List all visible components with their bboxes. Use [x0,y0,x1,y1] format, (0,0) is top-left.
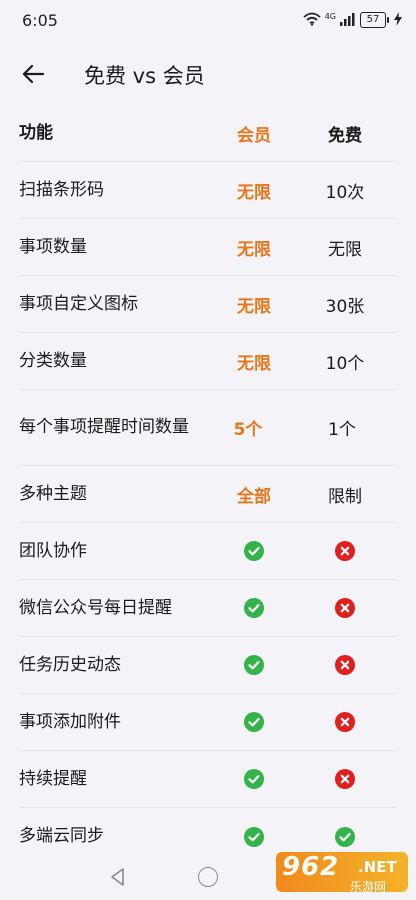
table-row: 扫描条形码 无限 10次 [19,162,397,219]
watermark-logo: 962 .NET 乐游网 [276,850,412,900]
check-circle-icon [244,541,264,561]
free-value [293,769,397,789]
feature-label: 任务历史动态 [19,654,121,675]
free-value: 1个 [328,420,356,440]
check-circle-icon [244,655,264,675]
free-value: 无限 [328,239,362,260]
nav-back-button[interactable] [108,867,128,887]
app-header: 免费 vs 会员 [0,48,416,98]
status-bar: 6:05 4G 57 [0,0,416,40]
status-time: 6:05 [22,11,58,30]
free-value: 限制 [328,486,362,507]
column-header-free: 免费 [328,126,362,146]
watermark-net: .NET [358,858,397,876]
free-value: 30张 [325,296,365,317]
free-value: 10个 [325,353,365,374]
cross-circle-icon [335,655,355,675]
charging-icon [394,11,402,30]
feature-label: 微信公众号每日提醒 [19,597,172,618]
table-row: 团队协作 [19,523,397,580]
free-value [293,541,397,561]
page-title: 免费 vs 会员 [84,64,205,88]
feature-label: 事项数量 [19,236,87,257]
column-header-vip: 会员 [237,126,271,146]
vip-value: 无限 [237,182,271,203]
table-row: 事项自定义图标 无限 30张 [19,276,397,333]
vip-value: 5个 [233,420,263,440]
status-icons: 4G 57 [303,11,402,29]
back-button[interactable] [18,59,48,89]
vip-value [215,655,293,675]
feature-label: 每个事项提醒时间数量 [19,417,189,437]
free-value [293,598,397,618]
feature-label: 多端云同步 [19,826,104,846]
network-type: 4G [324,12,336,21]
check-circle-icon [335,826,355,847]
free-value [293,712,397,732]
vip-value: 无限 [237,353,271,374]
table-row: 持续提醒 [19,751,397,808]
vip-value [215,598,293,618]
check-circle-icon [244,712,264,732]
table-header: 功能 会员 免费 [19,106,397,162]
signal-icon [340,11,356,30]
cross-circle-icon [335,598,355,618]
comparison-table: 功能 会员 免费 扫描条形码 无限 10次 事项数量 无限 无限 事项自定义图标 无限 30张分… [19,106,397,865]
table-row: 分类数量 无限 10个 [19,333,397,390]
feature-label: 分类数量 [19,350,87,371]
table-row: 事项添加附件 [19,694,397,751]
cross-circle-icon [335,541,355,561]
feature-label: 事项自定义图标 [19,293,138,314]
vip-value: 无限 [237,239,271,260]
feature-label: 持续提醒 [19,768,87,789]
nav-home-button[interactable] [198,867,218,887]
watermark-main: 962 [282,852,340,882]
column-header-feature: 功能 [19,123,53,143]
vip-value: 无限 [237,296,271,317]
feature-label: 事项添加附件 [19,711,121,732]
cross-circle-icon [335,712,355,732]
free-value [293,826,397,847]
triangle-back-icon [111,868,124,886]
vip-value [215,769,293,789]
free-value: 10次 [325,182,365,203]
feature-label: 多种主题 [19,483,87,504]
check-circle-icon [244,826,264,847]
table-body: 扫描条形码 无限 10次 事项数量 无限 无限 事项自定义图标 无限 30张 分类数量 无限 10个每… [19,162,397,865]
arrow-left-icon [22,64,44,84]
table-row: 每个事项提醒时间数量 5个 1个 [19,390,397,466]
feature-label: 团队协作 [19,540,87,561]
vip-value [215,541,293,561]
battery-icon: 57 [360,12,389,28]
vip-value: 全部 [237,486,271,507]
vip-value [215,826,293,847]
feature-label: 扫描条形码 [19,179,104,200]
table-row: 任务历史动态 [19,637,397,694]
vip-value [215,712,293,732]
table-row: 多种主题 全部 限制 [19,466,397,523]
free-value [293,655,397,675]
wifi-icon [303,11,321,30]
table-row: 微信公众号每日提醒 [19,580,397,637]
table-row: 事项数量 无限 无限 [19,219,397,276]
check-circle-icon [244,598,264,618]
watermark-sub: 乐游网 [350,880,387,894]
cross-circle-icon [335,769,355,789]
check-circle-icon [244,769,264,789]
